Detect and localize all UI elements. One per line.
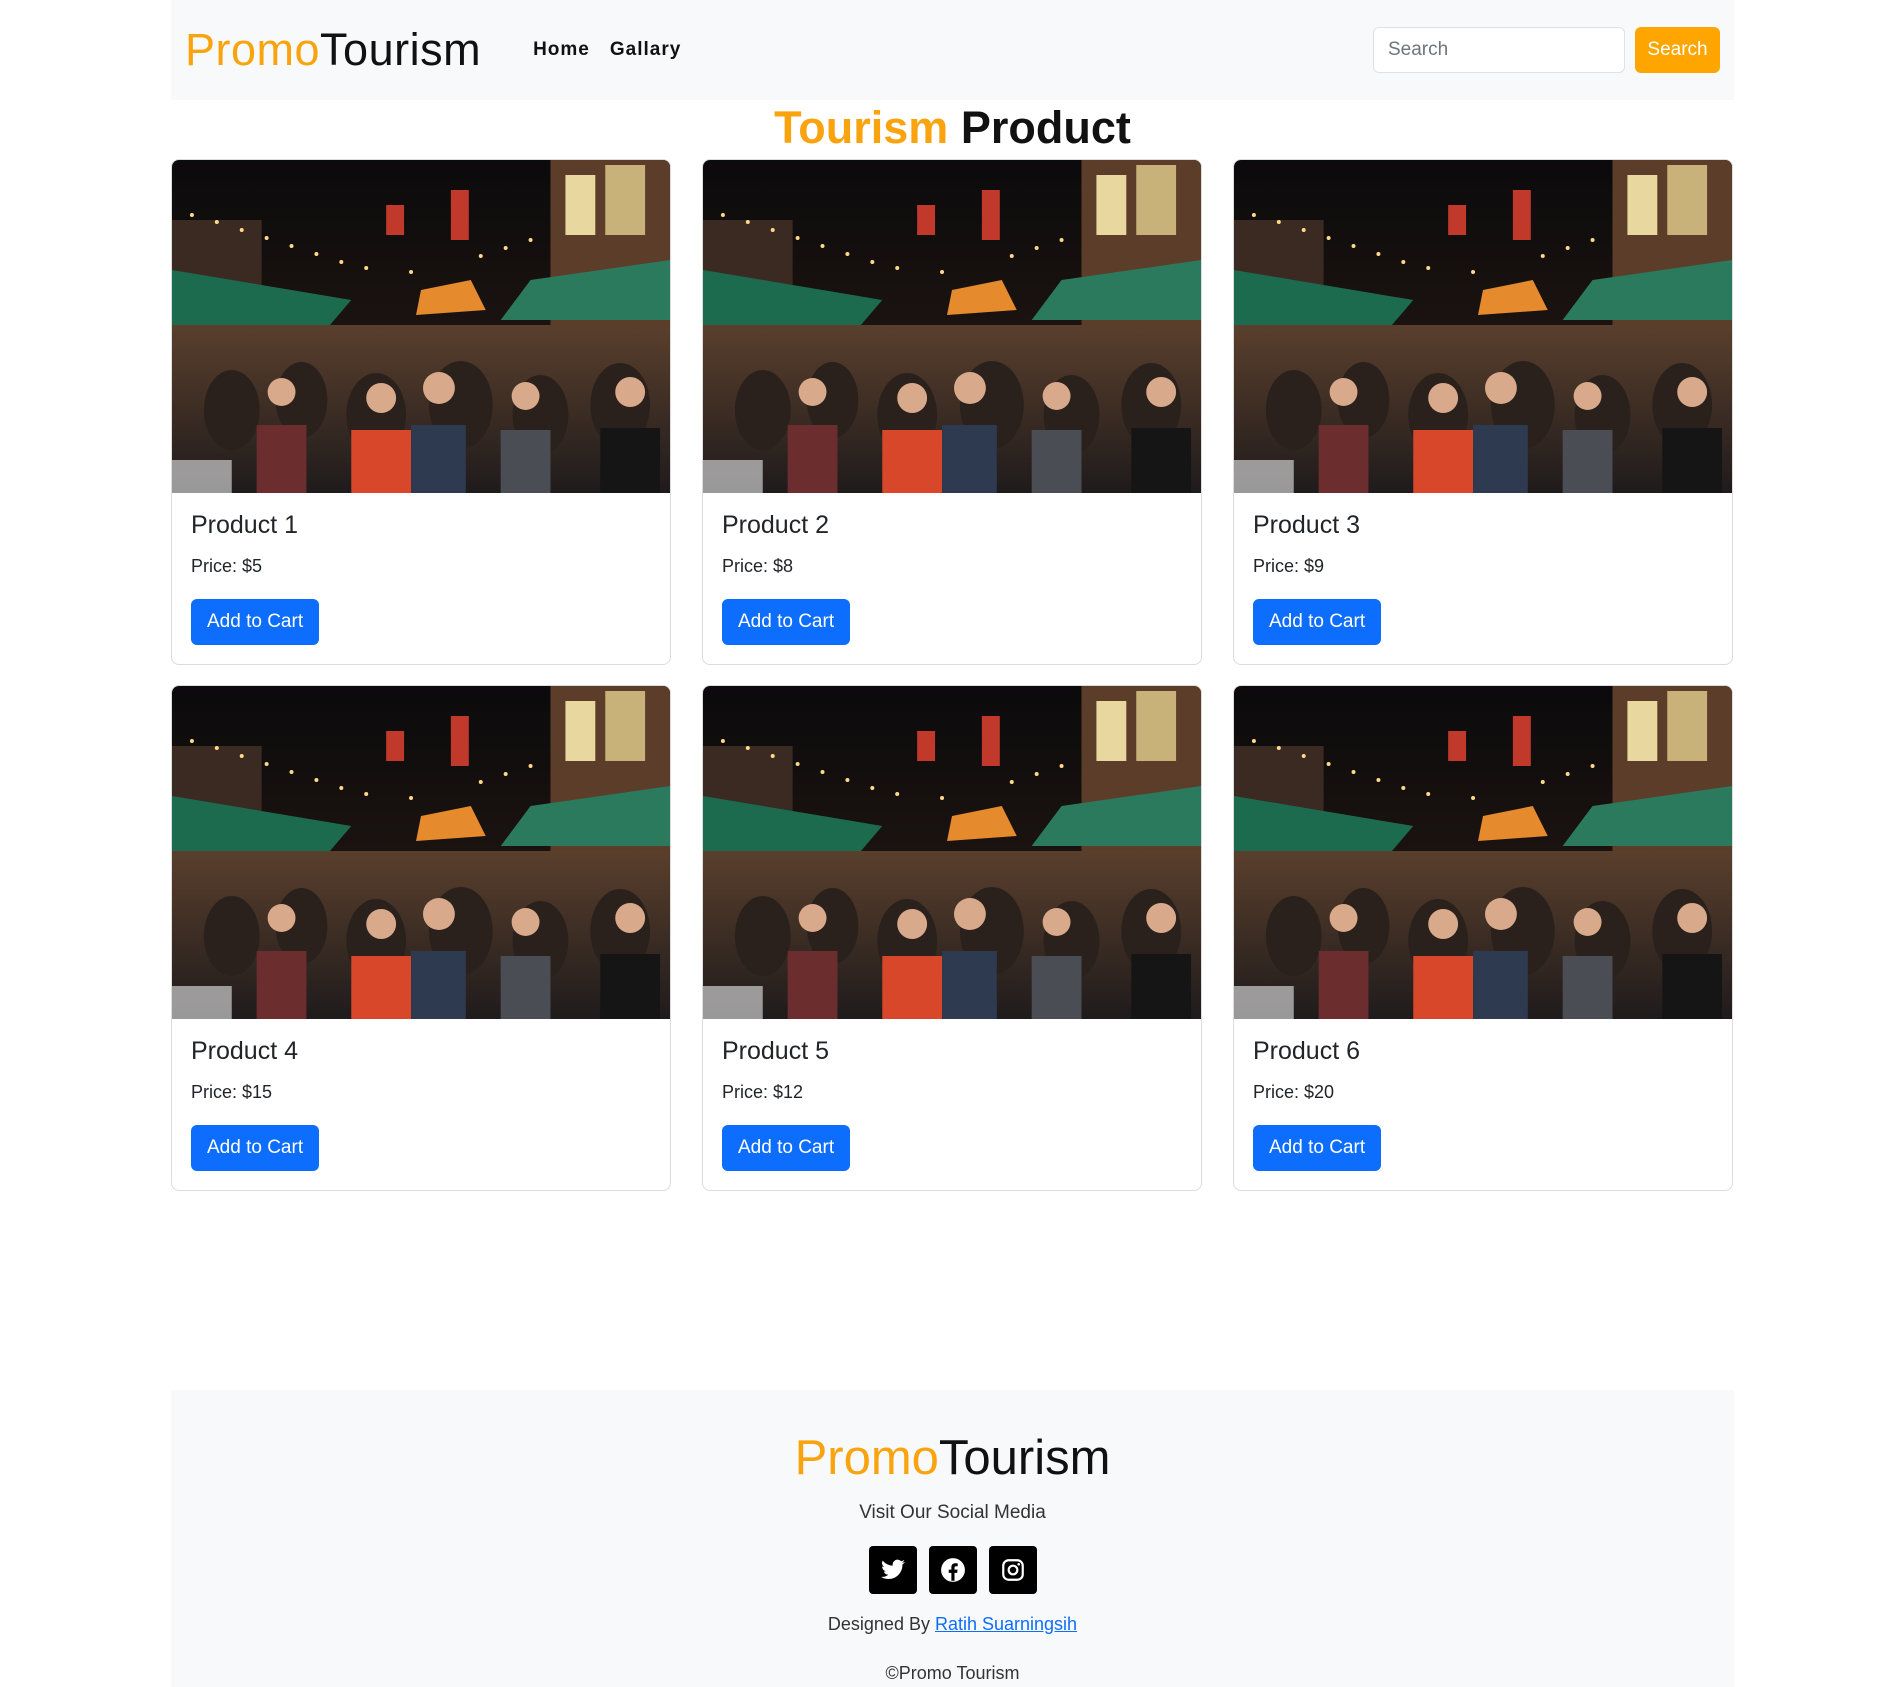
product-image <box>703 686 1201 1019</box>
footer-tagline: Visit Our Social Media <box>859 1502 1046 1523</box>
add-to-cart-button[interactable]: Add to Cart <box>191 599 320 645</box>
product-grid: Product 1 Price: $5 Add to Cart Product … <box>171 159 1734 1191</box>
product-card: Product 3 Price: $9 Add to Cart <box>1233 159 1733 665</box>
nav-gallary-link[interactable]: Gallary <box>610 39 681 61</box>
card-body: Product 3 Price: $9 Add to Cart <box>1234 493 1732 663</box>
product-card: Product 6 Price: $20 Add to Cart <box>1233 685 1733 1191</box>
product-card: Product 2 Price: $8 Add to Cart <box>702 159 1202 665</box>
footer-brand-rest: Tourism <box>938 1431 1111 1485</box>
product-title: Product 1 <box>191 511 299 539</box>
instagram-link[interactable] <box>988 1546 1037 1594</box>
brand-rest: Tourism <box>320 24 482 75</box>
product-title: Product 4 <box>191 1037 299 1065</box>
designer-link[interactable]: Ratih Suarningsih <box>935 1614 1077 1634</box>
instagram-icon <box>1001 1559 1024 1581</box>
product-price: Price: $5 <box>191 556 263 576</box>
search-form: Search <box>1373 27 1720 73</box>
product-card: Product 5 Price: $12 Add to Cart <box>702 685 1202 1191</box>
brand-logo[interactable]: PromoTourism <box>185 24 481 76</box>
add-to-cart-button[interactable]: Add to Cart <box>1253 599 1382 645</box>
twitter-link[interactable] <box>868 1546 917 1594</box>
product-price: Price: $8 <box>722 556 794 576</box>
card-body: Product 5 Price: $12 Add to Cart <box>703 1019 1201 1189</box>
copyright: ©Promo Tourism <box>885 1663 1020 1683</box>
facebook-link[interactable] <box>928 1546 977 1594</box>
navbar: PromoTourism Home Gallary Search <box>171 0 1734 100</box>
add-to-cart-button[interactable]: Add to Cart <box>722 1125 851 1171</box>
product-card: Product 1 Price: $5 Add to Cart <box>171 159 671 665</box>
card-body: Product 2 Price: $8 Add to Cart <box>703 493 1201 663</box>
product-price: Price: $20 <box>1253 1082 1335 1102</box>
search-button[interactable]: Search <box>1635 27 1720 73</box>
search-input[interactable] <box>1373 27 1625 73</box>
page-title-rest: Product <box>960 102 1131 153</box>
product-title: Product 3 <box>1253 511 1361 539</box>
product-title: Product 2 <box>722 511 830 539</box>
card-body: Product 4 Price: $15 Add to Cart <box>172 1019 670 1189</box>
card-body: Product 6 Price: $20 Add to Cart <box>1234 1019 1732 1189</box>
product-title: Product 6 <box>1253 1037 1361 1065</box>
page-title-accent: Tourism <box>774 102 949 153</box>
product-image <box>1234 686 1732 1019</box>
social-links <box>171 1546 1734 1594</box>
facebook-icon <box>940 1558 965 1582</box>
product-image <box>1234 160 1732 493</box>
product-image <box>172 160 670 493</box>
product-image <box>172 686 670 1019</box>
product-price: Price: $9 <box>1253 556 1325 576</box>
product-title: Product 5 <box>722 1037 830 1065</box>
designed-by: Designed By Ratih Suarningsih <box>171 1614 1734 1635</box>
designed-by-label: Designed By <box>827 1614 930 1634</box>
footer-brand-accent: Promo <box>794 1431 939 1485</box>
product-image <box>703 160 1201 493</box>
product-card: Product 4 Price: $15 Add to Cart <box>171 685 671 1191</box>
add-to-cart-button[interactable]: Add to Cart <box>191 1125 320 1171</box>
footer-brand: PromoTourism <box>171 1430 1734 1486</box>
product-price: Price: $15 <box>191 1082 273 1102</box>
nav-home-link[interactable]: Home <box>533 39 590 61</box>
add-to-cart-button[interactable]: Add to Cart <box>1253 1125 1382 1171</box>
card-body: Product 1 Price: $5 Add to Cart <box>172 493 670 663</box>
footer: PromoTourism Visit Our Social Media Desi… <box>171 1390 1734 1687</box>
nav-links: Home Gallary <box>533 39 681 61</box>
brand-accent: Promo <box>185 24 321 75</box>
page-title: Tourism Product <box>171 102 1734 154</box>
add-to-cart-button[interactable]: Add to Cart <box>722 599 851 645</box>
product-price: Price: $12 <box>722 1082 804 1102</box>
twitter-icon <box>880 1559 905 1579</box>
